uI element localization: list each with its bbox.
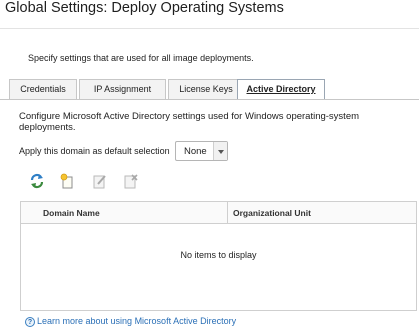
column-header-organizational-unit[interactable]: Organizational Unit xyxy=(233,202,311,224)
refresh-icon[interactable] xyxy=(29,173,45,189)
table-header: Domain Name Organizational Unit xyxy=(21,202,416,224)
dropdown-button[interactable] xyxy=(213,142,227,160)
default-domain-label: Apply this domain as default selection xyxy=(19,146,170,156)
column-header-domain-name[interactable]: Domain Name xyxy=(43,202,100,224)
delete-icon[interactable] xyxy=(123,173,139,189)
page-description: Specify settings that are used for all i… xyxy=(28,53,254,63)
tab-ip-assignment[interactable]: IP Assignment xyxy=(79,79,166,99)
learn-more-link[interactable]: Learn more about using Microsoft Active … xyxy=(37,316,236,326)
tab-divider xyxy=(0,99,419,100)
table-toolbar xyxy=(29,173,229,191)
tab-label: Active Directory xyxy=(246,84,316,94)
tab-bar: Credentials IP Assignment License Keys A… xyxy=(9,79,419,100)
tab-label: Credentials xyxy=(20,84,66,94)
active-directory-intro: Configure Microsoft Active Directory set… xyxy=(19,111,360,133)
tab-active-directory[interactable]: Active Directory xyxy=(237,79,325,100)
help-icon: ? xyxy=(25,317,35,327)
tab-license-keys[interactable]: License Keys xyxy=(168,79,244,99)
title-divider xyxy=(0,28,419,29)
domain-table: Domain Name Organizational Unit No items… xyxy=(20,201,417,311)
tab-label: IP Assignment xyxy=(93,84,152,94)
default-domain-value: None xyxy=(184,146,207,157)
default-domain-select[interactable]: None xyxy=(175,141,228,161)
chevron-down-icon xyxy=(218,150,224,154)
edit-icon[interactable] xyxy=(92,173,108,189)
tab-label: License Keys xyxy=(179,84,233,94)
tab-credentials[interactable]: Credentials xyxy=(9,79,77,99)
page-title: Global Settings: Deploy Operating System… xyxy=(5,0,284,16)
column-divider xyxy=(227,202,228,224)
add-icon[interactable] xyxy=(60,173,76,189)
table-empty-message: No items to display xyxy=(180,250,257,260)
